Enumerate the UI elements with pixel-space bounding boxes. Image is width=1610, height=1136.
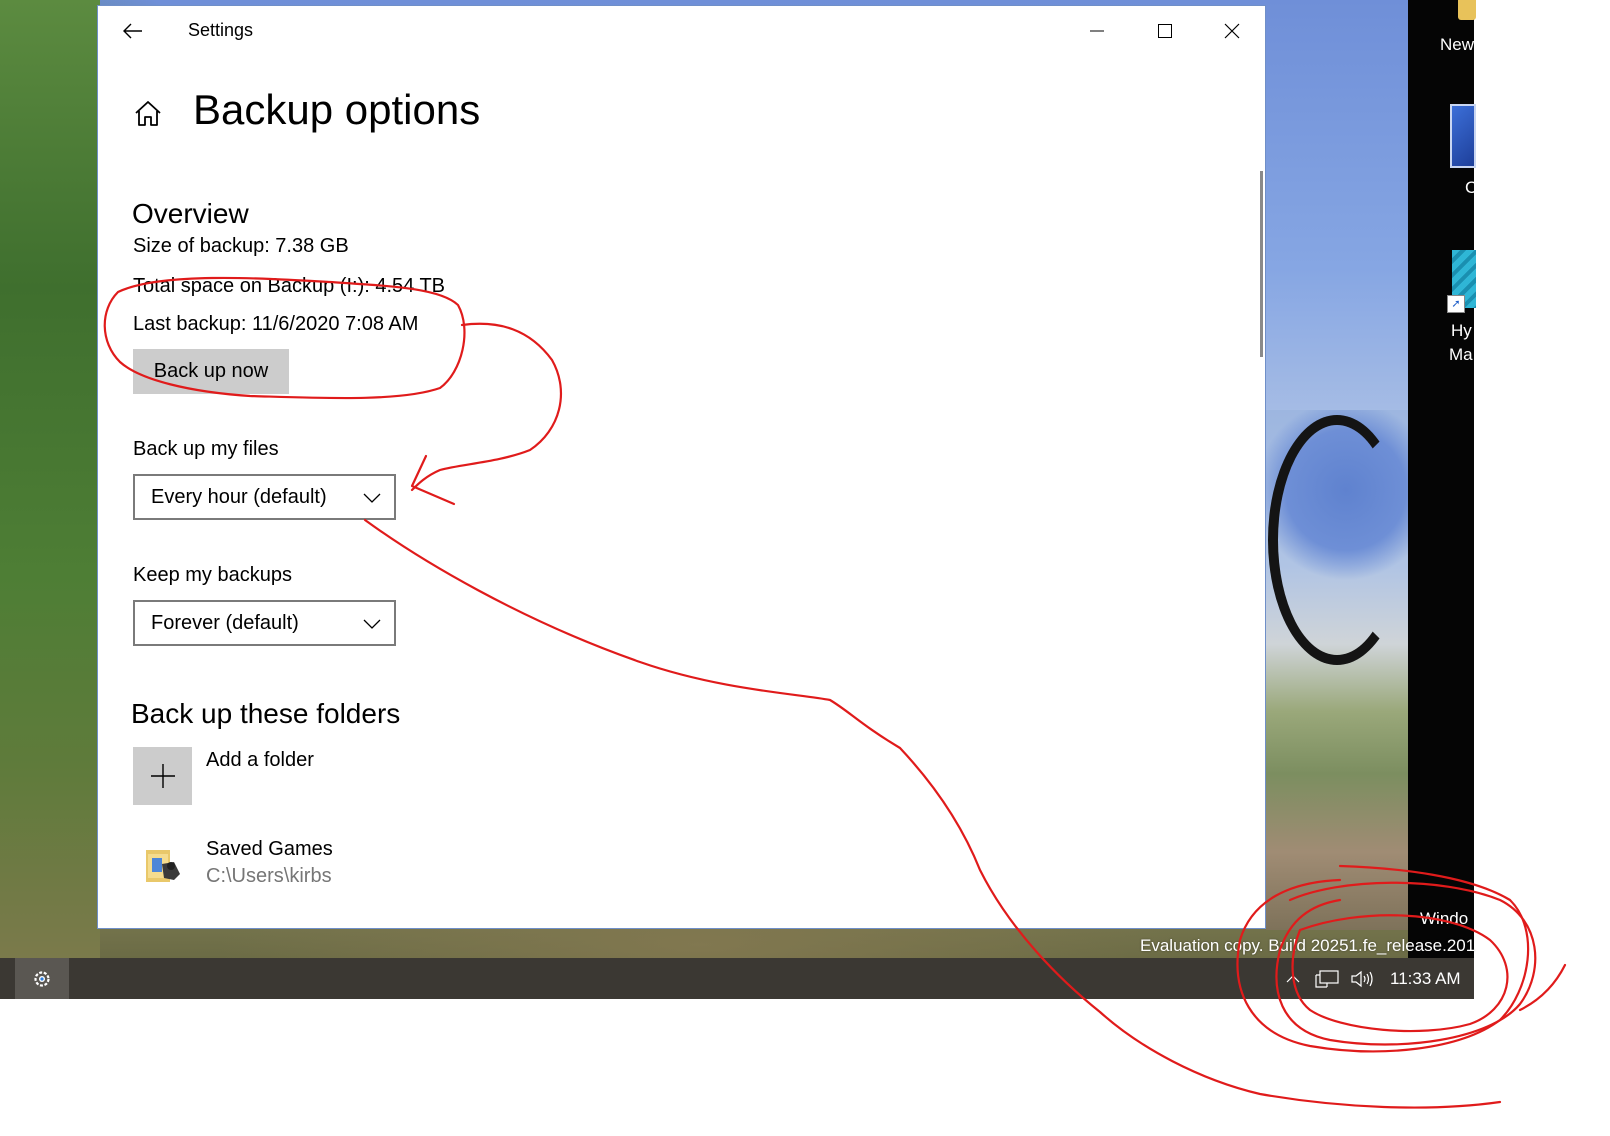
taskbar-clock[interactable]: 11:33 AM	[1390, 958, 1461, 999]
plus-icon	[150, 764, 175, 788]
volume-icon	[1351, 970, 1373, 987]
wallpaper-trees	[0, 0, 100, 958]
settings-gear-icon	[34, 970, 50, 987]
taskbar-settings-button[interactable]	[15, 958, 69, 999]
home-icon[interactable]	[132, 98, 164, 130]
desktop-app-icon[interactable]	[1450, 104, 1476, 168]
keep-backups-value: Forever (default)	[151, 612, 299, 634]
taskbar: 11:33 AM	[0, 958, 1474, 999]
watermark-line-2: Evaluation copy. Build 20251.fe_release.…	[1140, 936, 1476, 955]
folder-item-name[interactable]: Saved Games	[206, 838, 333, 861]
backup-frequency-label: Back up my files	[133, 438, 279, 460]
close-icon	[1224, 23, 1240, 39]
minimize-icon	[1090, 30, 1104, 32]
desktop-icon-label-ma[interactable]: Ma	[1449, 345, 1473, 365]
shortcut-arrow-icon: ➚	[1447, 295, 1465, 313]
saved-games-folder-icon	[146, 850, 180, 882]
backup-frequency-dropdown[interactable]: Every hour (default)	[133, 474, 396, 520]
show-hidden-icons-button[interactable]	[1282, 958, 1304, 999]
back-arrow-icon	[123, 23, 142, 39]
minimize-button[interactable]	[1064, 6, 1130, 56]
title-bar[interactable]: Settings	[98, 6, 1265, 56]
chevron-down-icon	[363, 493, 381, 503]
folder-item-path: C:\Users\kirbs	[206, 865, 332, 887]
desktop-icon-label-hy[interactable]: Hy	[1451, 321, 1472, 341]
last-backup-text: Last backup: 11/6/2020 7:08 AM	[133, 313, 419, 335]
backup-size-text: Size of backup: 7.38 GB	[133, 235, 349, 257]
backup-frequency-value: Every hour (default)	[151, 486, 327, 508]
new-folder-icon[interactable]	[1458, 0, 1476, 20]
desktop-icon-label-new[interactable]: New	[1440, 35, 1474, 55]
settings-window: Settings Backup options Overview Size of…	[97, 5, 1266, 929]
add-folder-button[interactable]	[133, 747, 192, 805]
back-up-now-button[interactable]: Back up now	[133, 349, 289, 394]
add-folder-label[interactable]: Add a folder	[206, 749, 314, 772]
desktop-icon-label-c[interactable]: C	[1465, 178, 1477, 198]
maximize-icon	[1158, 24, 1172, 38]
total-space-text: Total space on Backup (I:): 4.54 TB	[133, 275, 446, 297]
back-button[interactable]	[110, 14, 156, 48]
keep-backups-label: Keep my backups	[133, 564, 292, 586]
close-button[interactable]	[1199, 6, 1265, 56]
chevron-down-icon	[363, 619, 381, 629]
volume-button[interactable]	[1348, 958, 1378, 999]
network-icon	[1315, 969, 1339, 988]
annotation-tail	[1518, 963, 1567, 1012]
network-button[interactable]	[1314, 958, 1342, 999]
backup-folders-heading: Back up these folders	[131, 698, 401, 729]
overview-heading: Overview	[132, 198, 249, 229]
show-hidden-chevron-icon	[1286, 974, 1300, 982]
wallpaper-mirror-ring	[1268, 415, 1406, 665]
keep-backups-dropdown[interactable]: Forever (default)	[133, 600, 396, 646]
scrollbar-thumb[interactable]	[1260, 171, 1263, 357]
watermark-line-1: Windo	[1420, 909, 1469, 928]
window-title: Settings	[188, 20, 254, 40]
maximize-button[interactable]	[1132, 6, 1198, 56]
page-title: Backup options	[193, 86, 481, 133]
